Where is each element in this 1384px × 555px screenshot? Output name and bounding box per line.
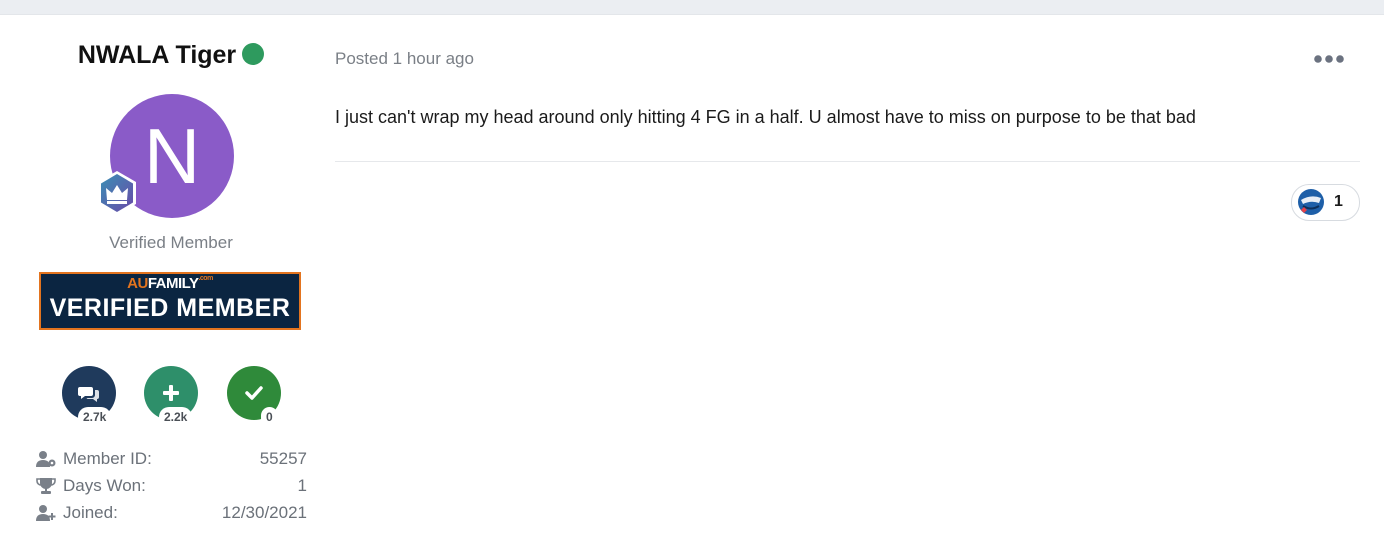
reaction-button[interactable]: 1 — [1291, 184, 1360, 221]
check-icon — [245, 386, 263, 400]
info-row-days-won: Days Won: 1 — [35, 474, 307, 498]
info-value: 12/30/2021 — [221, 503, 307, 522]
content-count: 2.7k — [78, 407, 112, 427]
author-panel: NWALA Tiger N Verified Member AUFAMILY.c… — [0, 15, 342, 555]
member-title: Verified Member — [109, 233, 233, 252]
reaction-face-icon — [1298, 189, 1324, 215]
info-value: 55257 — [259, 449, 307, 468]
info-label: Joined: — [63, 503, 118, 522]
plus-icon — [163, 385, 179, 401]
reputation-count: 2.2k — [159, 407, 193, 427]
user-plus-icon — [36, 505, 56, 521]
forum-post: NWALA Tiger N Verified Member AUFAMILY.c… — [0, 14, 1384, 555]
crown-rank-icon — [98, 171, 136, 215]
reaction-count: 1 — [1334, 193, 1343, 210]
info-row-joined: Joined: 12/30/2021 — [35, 501, 307, 525]
post-divider — [335, 161, 1360, 162]
member-id-icon — [36, 451, 56, 467]
info-row-member-id: Member ID: 55257 — [35, 447, 307, 471]
trophy-icon — [36, 478, 56, 494]
info-label: Member ID: — [63, 449, 152, 468]
solutions-count: 0 — [261, 407, 278, 427]
online-status-icon — [242, 43, 265, 65]
author-name[interactable]: NWALA Tiger — [78, 41, 236, 69]
more-options-icon[interactable] — [1313, 51, 1347, 67]
comments-icon — [78, 387, 99, 402]
banner-text: VERIFIED MEMBER — [49, 294, 291, 322]
post-body: I just can't wrap my head around only hi… — [335, 107, 1196, 127]
author-name-row: NWALA Tiger — [0, 41, 342, 70]
info-value: 1 — [297, 476, 307, 495]
info-label: Days Won: — [63, 476, 146, 495]
verified-member-banner: AUFAMILY.com VERIFIED MEMBER — [39, 272, 301, 330]
post-timestamp[interactable]: Posted 1 hour ago — [335, 49, 474, 69]
banner-brand: AUFAMILY.com — [127, 275, 213, 292]
